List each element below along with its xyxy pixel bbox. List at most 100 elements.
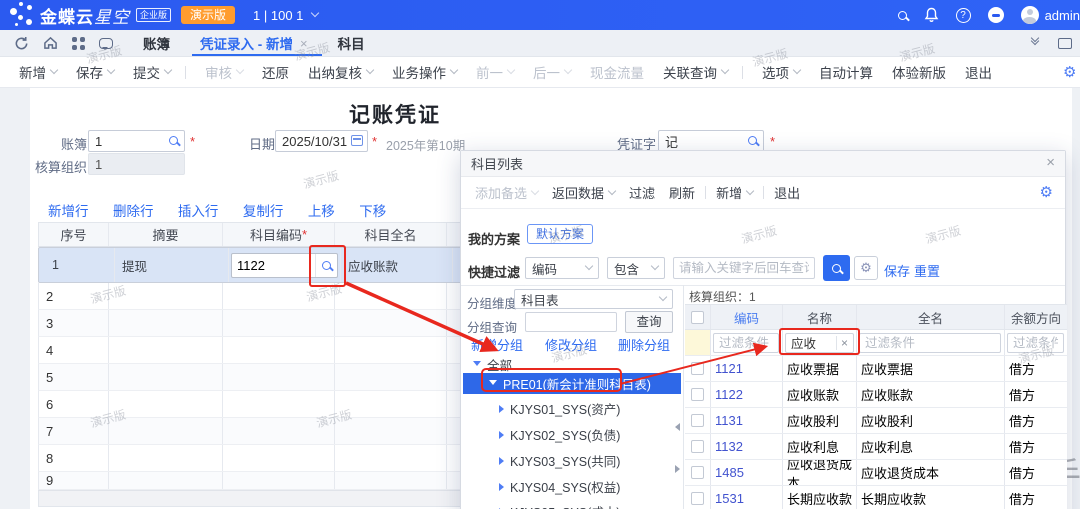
tree-node-root[interactable]: 全部	[473, 355, 512, 374]
account-row-1122[interactable]: 1122应收账款应收账款借方	[685, 382, 1067, 408]
close-tab-icon[interactable]: ×	[300, 36, 308, 51]
clear-icon[interactable]: ×	[836, 336, 848, 350]
username[interactable]: admin	[1045, 8, 1080, 23]
query-button[interactable]: 查询	[625, 311, 673, 333]
search-icon[interactable]	[898, 11, 907, 20]
tree-node-equity[interactable]: KJYS04_SYS(权益)	[499, 477, 620, 496]
row-checkbox[interactable]	[691, 466, 704, 479]
refresh-icon[interactable]	[14, 36, 29, 51]
row-checkbox[interactable]	[691, 362, 704, 375]
restore-window-icon[interactable]	[1058, 38, 1072, 49]
options-button[interactable]: 选项	[762, 62, 800, 82]
select-all-checkbox[interactable]	[691, 311, 704, 324]
cashier-review-button[interactable]: 出纳复核	[308, 62, 373, 82]
auto-calc-button[interactable]: 自动计算	[819, 62, 873, 82]
name-filter-input[interactable]: 应收×	[785, 333, 854, 353]
panel-splitter[interactable]	[683, 285, 684, 509]
tab-voucher-entry[interactable]: 凭证录入 - 新增×	[200, 30, 308, 56]
direction-filter-input[interactable]	[1007, 333, 1064, 353]
col-header-name[interactable]: 名称	[783, 305, 857, 329]
row-account-full-name[interactable]: 应收账款	[341, 248, 453, 282]
account-code-input[interactable]	[232, 258, 315, 273]
voucher-word-lookup-icon[interactable]	[748, 136, 757, 145]
account-row-1131[interactable]: 1131应收股利应收股利借方	[685, 408, 1067, 434]
add-row-link[interactable]: 新增行	[48, 204, 89, 219]
row-account-code-cell[interactable]	[229, 248, 341, 282]
restore-button[interactable]: 还原	[262, 62, 289, 82]
bell-icon[interactable]	[924, 7, 939, 23]
tree-collapse-icon[interactable]	[473, 361, 481, 366]
splitter-collapse-icon[interactable]	[675, 423, 680, 431]
account-code-editor[interactable]	[231, 253, 338, 278]
tree-node-asset[interactable]: KJYS01_SYS(资产)	[499, 399, 620, 418]
delete-row-link[interactable]: 删除行	[113, 204, 154, 219]
insert-row-link[interactable]: 插入行	[178, 204, 219, 219]
move-up-link[interactable]: 上移	[308, 204, 335, 219]
tree-node-cost[interactable]: KJYS05_SYS(成本)	[499, 502, 620, 509]
related-query-button[interactable]: 关联查询	[663, 62, 728, 82]
modify-group-link[interactable]: 修改分组	[545, 335, 597, 354]
row-checkbox[interactable]	[691, 440, 704, 453]
group-search-input[interactable]	[525, 312, 617, 332]
collapse-tabs-icon[interactable]	[1032, 37, 1038, 43]
dialog-settings-gear-icon[interactable]: ⚙	[1040, 185, 1053, 200]
return-data-button[interactable]: 返回数据	[552, 183, 615, 202]
avatar[interactable]	[1021, 6, 1039, 24]
tree-collapse-icon[interactable]	[489, 380, 497, 385]
tree-expand-icon[interactable]	[499, 431, 504, 439]
filter-button[interactable]: 过滤	[629, 183, 655, 202]
refresh-button[interactable]: 刷新	[669, 183, 695, 202]
tab-account-book[interactable]: 账簿	[143, 30, 170, 56]
filter-operator-select[interactable]: 包含	[607, 257, 665, 279]
toolbar-settings-gear-icon[interactable]: ⚙	[1063, 65, 1076, 80]
save-filter-link[interactable]: 保存	[884, 261, 910, 280]
account-row-1132[interactable]: 1132应收利息应收利息借方	[685, 434, 1067, 460]
close-icon[interactable]: ×	[1046, 155, 1055, 170]
new-button[interactable]: 新增	[19, 62, 57, 82]
row-checkbox[interactable]	[691, 388, 704, 401]
account-lookup-icon[interactable]	[315, 254, 337, 277]
tree-expand-icon[interactable]	[499, 457, 504, 465]
delete-group-link[interactable]: 删除分组	[618, 335, 670, 354]
exit-button[interactable]: 退出	[965, 62, 992, 82]
message-icon[interactable]	[99, 38, 113, 49]
row-summary[interactable]: 提现	[115, 248, 229, 282]
tree-node-selected[interactable]: PRE01(新会计准则科目表)	[463, 373, 681, 394]
book-lookup-icon[interactable]	[169, 136, 178, 145]
col-header-code[interactable]: 编码	[711, 305, 783, 329]
col-header-fullname[interactable]: 全名	[857, 305, 1005, 329]
tree-node-common[interactable]: KJYS03_SYS(共同)	[499, 451, 620, 470]
calendar-icon[interactable]	[351, 135, 363, 146]
account-row-1485[interactable]: 1485应收退货成本应收退货成本借方	[685, 460, 1067, 486]
dialog-exit-button[interactable]: 退出	[774, 183, 800, 202]
splitter-expand-icon[interactable]	[675, 465, 680, 473]
submit-button[interactable]: 提交	[133, 62, 171, 82]
account-row-1121[interactable]: 1121应收票据应收票据借方	[685, 356, 1067, 382]
business-ops-button[interactable]: 业务操作	[392, 62, 457, 82]
reset-filter-link[interactable]: 重置	[914, 261, 940, 280]
default-plan-button[interactable]: 默认方案	[527, 224, 593, 244]
account-row-1531[interactable]: 1531长期应收款长期应收款借方	[685, 486, 1067, 509]
move-down-link[interactable]: 下移	[359, 204, 386, 219]
home-icon[interactable]	[43, 36, 58, 50]
tree-node-liability[interactable]: KJYS02_SYS(负债)	[499, 425, 620, 444]
copy-row-link[interactable]: 复制行	[243, 204, 284, 219]
keyword-input[interactable]	[673, 257, 815, 279]
apps-grid-icon[interactable]	[72, 37, 85, 50]
save-button[interactable]: 保存	[76, 62, 114, 82]
try-new-version-button[interactable]: 体验新版	[892, 62, 946, 82]
add-group-link[interactable]: 新增分组	[471, 335, 523, 354]
code-filter-input[interactable]	[713, 333, 779, 353]
help-icon[interactable]: ?	[956, 8, 971, 23]
filter-settings-gear-icon[interactable]: ⚙	[854, 256, 878, 280]
tree-expand-icon[interactable]	[499, 483, 504, 491]
dialog-new-button[interactable]: 新增	[716, 183, 753, 202]
tab-account[interactable]: 科目	[338, 30, 365, 56]
tree-expand-icon[interactable]	[499, 405, 504, 413]
fullname-filter-input[interactable]	[859, 333, 1001, 353]
col-header-direction[interactable]: 余额方向	[1005, 305, 1067, 329]
filter-field-select[interactable]: 编码	[525, 257, 599, 279]
row-checkbox[interactable]	[691, 414, 704, 427]
row-checkbox[interactable]	[691, 492, 704, 505]
search-button[interactable]	[823, 255, 850, 281]
